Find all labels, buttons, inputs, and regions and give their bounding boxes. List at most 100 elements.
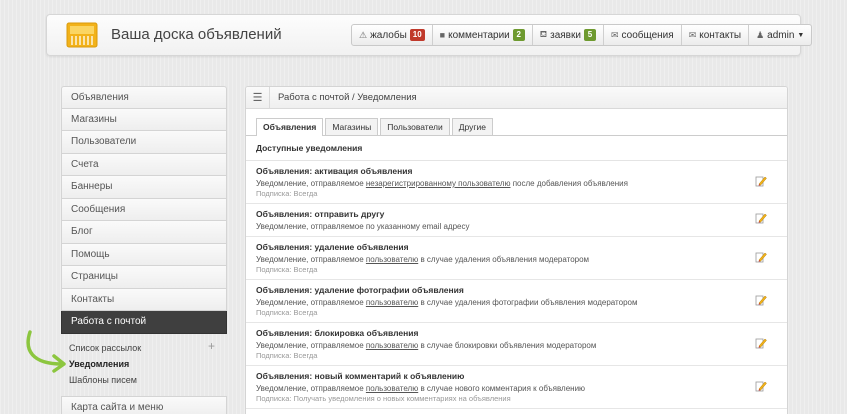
menu-icon[interactable]: ☰ bbox=[246, 87, 270, 109]
sidebar-item-8[interactable]: Страницы bbox=[61, 266, 227, 289]
sidebar-item-0[interactable]: Объявления bbox=[61, 86, 227, 109]
description-text: после добавления объявления bbox=[510, 179, 628, 188]
recipient-link[interactable]: незарегистрированному пользователю bbox=[366, 179, 511, 188]
nav-label: комментарии bbox=[448, 29, 510, 41]
notification-description: Уведомление, отправляемое пользователю в… bbox=[256, 254, 777, 265]
notification-description: Уведомление, отправляемое по указанному … bbox=[256, 221, 777, 232]
nav-label: жалобы bbox=[370, 29, 407, 41]
notification-description: Уведомление, отправляемое пользователю в… bbox=[256, 383, 777, 394]
caret-down-icon: ▼ bbox=[797, 31, 805, 39]
tab-0[interactable]: Объявления bbox=[256, 118, 324, 136]
subscription-info: Подписка: Всегда bbox=[256, 308, 318, 317]
nav-item-4[interactable]: ✉ контакты bbox=[682, 25, 750, 45]
sidebar-item-3[interactable]: Счета bbox=[61, 153, 227, 176]
subscription-info: Подписка: Всегда bbox=[256, 351, 318, 360]
cart-icon: ⛾ bbox=[539, 29, 548, 39]
notification-description: Уведомление, отправляемое пользователю в… bbox=[256, 340, 777, 351]
subscription-info: Подписка: Всегда bbox=[256, 189, 318, 198]
nav-item-3[interactable]: ✉ сообщения bbox=[604, 25, 682, 45]
description-text: Уведомление, отправляемое bbox=[256, 179, 366, 188]
submenu-item-0[interactable]: Список рассылок bbox=[69, 340, 227, 356]
pointer-arrow-icon bbox=[26, 330, 66, 373]
nav-label: сообщения bbox=[621, 29, 674, 41]
sidebar-item-6[interactable]: Блог bbox=[61, 221, 227, 244]
notification-list: Объявления: активация объявления Уведомле… bbox=[246, 161, 787, 414]
logo-icon[interactable] bbox=[65, 21, 99, 49]
nav-item-1[interactable]: ■ комментарии 2 bbox=[433, 25, 533, 45]
nav-label: admin bbox=[767, 29, 795, 41]
submenu-item-2[interactable]: Шаблоны писем bbox=[69, 372, 227, 388]
notification-row: Объявления: удаление фотографии объявлен… bbox=[246, 280, 787, 323]
notification-description: Уведомление, отправляемое пользователю в… bbox=[256, 297, 777, 308]
main-panel: ☰ Работа с почтой / Уведомления Объявлен… bbox=[245, 86, 788, 414]
edit-icon[interactable] bbox=[755, 380, 767, 392]
edit-icon[interactable] bbox=[755, 212, 767, 224]
comment-icon: ■ bbox=[439, 30, 446, 40]
notification-row: Объявления: блокировка объявления Уведомл… bbox=[246, 323, 787, 366]
description-text: Уведомление, отправляемое bbox=[256, 298, 366, 307]
description-text: Уведомление, отправляемое по указанному … bbox=[256, 222, 470, 231]
section-title: Доступные уведомления bbox=[246, 136, 787, 161]
user-icon: ♟ bbox=[756, 29, 765, 40]
envelope-icon: ✉ bbox=[688, 29, 697, 40]
nav-item-2[interactable]: ⛾ заявки 5 bbox=[533, 25, 604, 45]
tab-2[interactable]: Пользователи bbox=[380, 118, 450, 135]
edit-icon[interactable] bbox=[755, 337, 767, 349]
recipient-link[interactable]: пользователю bbox=[366, 384, 418, 393]
notification-title: Объявления: отправить другу bbox=[256, 209, 385, 219]
tab-bar: Объявления Магазины Пользователи Другие bbox=[246, 109, 787, 136]
sidebar-item-5[interactable]: Сообщения bbox=[61, 198, 227, 221]
notification-row: Объявления: удаление объявления Уведомлен… bbox=[246, 237, 787, 280]
sidebar-item-9[interactable]: Контакты bbox=[61, 288, 227, 311]
description-text: в случае нового комментария к объявлению bbox=[418, 384, 586, 393]
submenu-item-1[interactable]: Уведомления bbox=[69, 356, 227, 372]
nav-admin-menu[interactable]: ♟ admin ▼ bbox=[749, 25, 811, 45]
subscription-info: Подписка: Всегда bbox=[256, 265, 318, 274]
add-icon[interactable]: + bbox=[208, 339, 215, 353]
notification-title: Объявления: удаление фотографии объявлен… bbox=[256, 285, 464, 295]
edit-icon[interactable] bbox=[755, 294, 767, 306]
count-badge: 5 bbox=[583, 29, 596, 41]
top-nav: ⚠ жалобы 10 ■ комментарии 2 ⛾ заявки 5 ✉ сообщения… bbox=[351, 24, 813, 46]
description-text: Уведомление, отправляемое bbox=[256, 255, 366, 264]
notification-row: Объявления: уведомление о завершении пуб… bbox=[246, 409, 787, 414]
nav-item-0[interactable]: ⚠ жалобы 10 bbox=[352, 25, 433, 45]
breadcrumb: Работа с почтой / Уведомления bbox=[278, 91, 417, 103]
notification-title: Объявления: блокировка объявления bbox=[256, 328, 419, 338]
count-badge: 2 bbox=[512, 29, 525, 41]
tab-1[interactable]: Магазины bbox=[325, 118, 379, 135]
sidebar-item-1[interactable]: Магазины bbox=[61, 108, 227, 131]
sidebar: Объявления Магазины Пользователи Счета Банне… bbox=[61, 86, 227, 414]
subscription-info: Подписка: Получать уведомления о новых к… bbox=[256, 394, 511, 403]
recipient-link[interactable]: пользователю bbox=[366, 298, 418, 307]
description-text: в случае блокировки объявления модератор… bbox=[418, 341, 597, 350]
tab-3[interactable]: Другие bbox=[451, 118, 493, 135]
site-title[interactable]: Ваша доска объявлений bbox=[111, 26, 282, 43]
sidebar-item-sitemap[interactable]: Карта сайта и меню bbox=[61, 395, 227, 414]
panel-header: ☰ Работа с почтой / Уведомления bbox=[246, 87, 787, 109]
sidebar-item-2[interactable]: Пользователи bbox=[61, 131, 227, 154]
recipient-link[interactable]: пользователю bbox=[366, 255, 418, 264]
notification-description: Уведомление, отправляемое незарегистриро… bbox=[256, 178, 777, 189]
notification-row: Объявления: отправить другу Уведомление, … bbox=[246, 204, 787, 237]
edit-icon[interactable] bbox=[755, 251, 767, 263]
edit-icon[interactable] bbox=[755, 175, 767, 187]
nav-label: контакты bbox=[699, 29, 742, 41]
mail-icon: ✉ bbox=[610, 29, 619, 40]
sidebar-submenu: Список рассылок Уведомления Шаблоны писем + bbox=[61, 334, 227, 391]
notification-title: Объявления: новый комментарий к объявлен… bbox=[256, 371, 465, 381]
top-header: Ваша доска объявлений ⚠ жалобы 10 ■ коммента… bbox=[46, 14, 813, 56]
nav-label: заявки bbox=[550, 29, 581, 41]
notification-row: Объявления: активация объявления Уведомле… bbox=[246, 161, 787, 204]
sidebar-item-mail[interactable]: Работа с почтой bbox=[61, 311, 227, 334]
description-text: Уведомление, отправляемое bbox=[256, 384, 366, 393]
description-text: в случае удаления фотографии объявления … bbox=[418, 298, 638, 307]
count-badge: 10 bbox=[409, 29, 425, 41]
sidebar-item-4[interactable]: Баннеры bbox=[61, 176, 227, 199]
description-text: Уведомление, отправляемое bbox=[256, 341, 366, 350]
recipient-link[interactable]: пользователю bbox=[366, 341, 418, 350]
notification-title: Объявления: удаление объявления bbox=[256, 242, 409, 252]
notification-title: Объявления: активация объявления bbox=[256, 166, 413, 176]
warning-icon: ⚠ bbox=[359, 29, 368, 40]
sidebar-item-7[interactable]: Помощь bbox=[61, 243, 227, 266]
